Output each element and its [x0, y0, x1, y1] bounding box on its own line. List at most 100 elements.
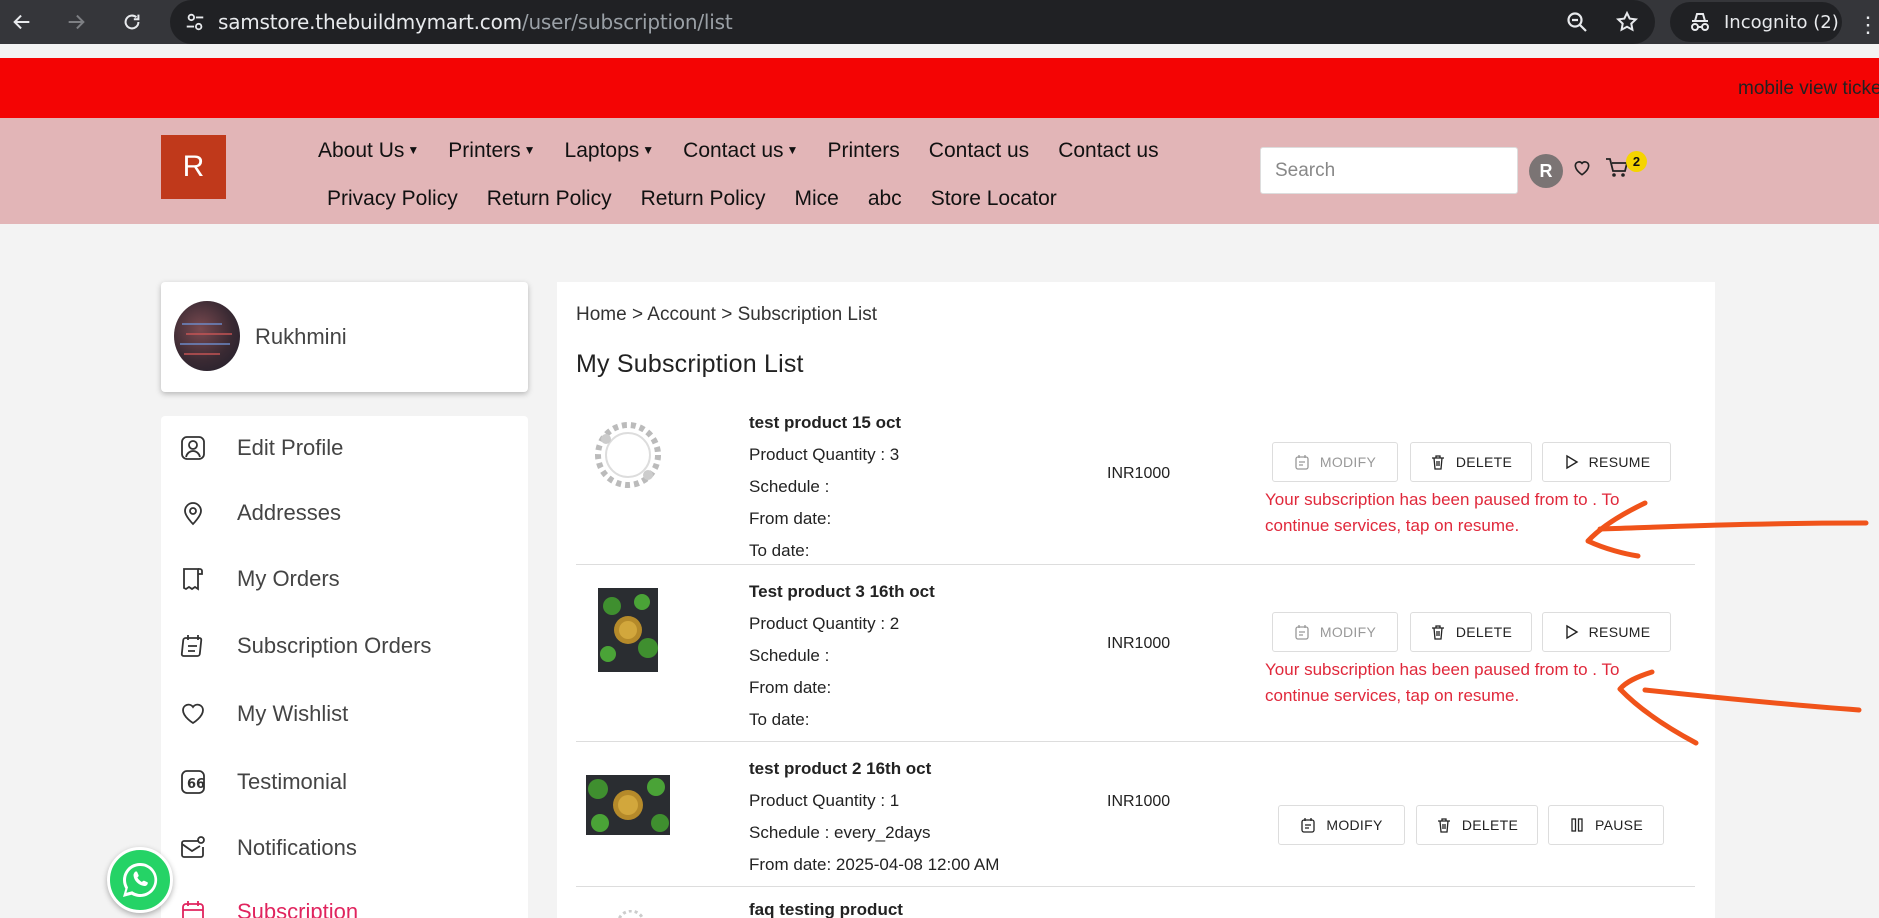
product-image[interactable]: [588, 417, 668, 497]
pause-button[interactable]: PAUSE: [1548, 805, 1664, 845]
menu-printers[interactable]: Printers: [827, 139, 899, 163]
account-sidebar: Edit Profile Addresses My Orders Subscri…: [161, 416, 528, 918]
product-price: INR1000: [1107, 793, 1171, 810]
subscription-row: faq testing product: [576, 888, 1695, 918]
calendar-list-icon: [179, 632, 207, 660]
modify-button[interactable]: MODIFY: [1272, 612, 1398, 652]
ticker-text: mobile view ticker: [1738, 78, 1879, 99]
menu-return-policy-2[interactable]: Return Policy: [641, 187, 766, 211]
mail-notification-icon: [179, 834, 207, 862]
incognito-indicator[interactable]: Incognito (2): [1670, 2, 1842, 42]
sidebar-item-label: Subscription: [237, 899, 359, 918]
site-settings-icon[interactable]: [184, 11, 206, 33]
sidebar-item-label: Testimonial: [237, 769, 348, 794]
cart-count-badge: 2: [1626, 151, 1647, 172]
resume-button[interactable]: RESUME: [1542, 442, 1671, 482]
product-image[interactable]: [616, 909, 646, 918]
caret-down-icon: ▼: [642, 143, 655, 157]
zoom-icon[interactable]: [1565, 10, 1589, 34]
profile-name: Rukhmini: [255, 324, 347, 349]
user-avatar[interactable]: R: [1529, 154, 1563, 188]
menu-contact-us[interactable]: Contact us: [929, 139, 1029, 163]
main-menu-row-2: Privacy Policy Return Policy Return Poli…: [327, 187, 1086, 211]
product-info: faq testing product: [749, 894, 903, 918]
subscription-panel: Home > Account > Subscription List My Su…: [557, 282, 1715, 918]
svg-text:66: 66: [187, 777, 205, 792]
whatsapp-chat-button[interactable]: [107, 847, 173, 913]
resume-button[interactable]: RESUME: [1542, 612, 1671, 652]
address-bar[interactable]: samstore.thebuildmymart.com/user/subscri…: [170, 0, 1655, 44]
paused-message: Your subscription has been paused from t…: [1265, 660, 1620, 705]
browser-toolbar: samstore.thebuildmymart.com/user/subscri…: [0, 0, 1879, 44]
sidebar-item-subscription-orders[interactable]: Subscription Orders: [179, 632, 431, 660]
product-image[interactable]: [586, 775, 670, 835]
menu-privacy-policy[interactable]: Privacy Policy: [327, 187, 458, 211]
product-to-date: To date:: [749, 541, 810, 560]
menu-laptops[interactable]: Laptops ▼: [565, 139, 655, 163]
product-price: INR1000: [1107, 635, 1171, 652]
delete-button[interactable]: DELETE: [1416, 805, 1538, 845]
product-name[interactable]: test product 15 oct: [749, 407, 901, 439]
bookmark-star-icon[interactable]: [1615, 10, 1639, 34]
product-from-date: From date: 2025-04-08 12:00 AM: [749, 855, 1000, 874]
menu-about-us[interactable]: About Us ▼: [318, 139, 419, 163]
sidebar-item-my-orders[interactable]: My Orders: [179, 565, 340, 593]
back-button[interactable]: [2, 2, 42, 42]
sidebar-item-label: Edit Profile: [237, 435, 344, 460]
menu-printers-dropdown[interactable]: Printers ▼: [448, 139, 535, 163]
play-icon: [1565, 454, 1579, 470]
site-logo[interactable]: R: [161, 135, 226, 199]
calendar-edit-icon: [1295, 625, 1309, 640]
profile-avatar[interactable]: [174, 301, 240, 371]
product-name[interactable]: Test product 3 16th oct: [749, 576, 935, 608]
sidebar-item-testimonial[interactable]: 66 Testimonial: [179, 768, 347, 796]
subscription-row: Test product 3 16th oct Product Quantity…: [576, 566, 1695, 742]
product-price: INR1000: [1107, 465, 1171, 482]
sidebar-item-label: My Orders: [237, 566, 340, 591]
sidebar-item-addresses[interactable]: Addresses: [179, 499, 341, 527]
product-image[interactable]: [598, 588, 658, 672]
subscription-row: test product 15 oct Product Quantity : 3…: [576, 407, 1695, 565]
browser-menu-icon[interactable]: ⋮: [1857, 12, 1879, 38]
menu-mice[interactable]: Mice: [794, 187, 838, 211]
wishlist-heart-icon[interactable]: [1572, 157, 1592, 185]
reload-button[interactable]: [112, 2, 152, 42]
caret-down-icon: ▼: [407, 143, 420, 157]
reload-icon: [124, 14, 140, 30]
menu-return-policy[interactable]: Return Policy: [487, 187, 612, 211]
incognito-label: Incognito (2): [1724, 11, 1839, 33]
product-info: test product 15 oct Product Quantity : 3…: [749, 407, 901, 567]
menu-contact-us-dropdown[interactable]: Contact us ▼: [683, 139, 798, 163]
sidebar-item-notifications[interactable]: Notifications: [179, 834, 357, 862]
modify-button[interactable]: MODIFY: [1278, 805, 1405, 845]
modify-button[interactable]: MODIFY: [1272, 442, 1398, 482]
back-arrow-icon: [13, 14, 30, 30]
url-text: samstore.thebuildmymart.com/user/subscri…: [218, 10, 733, 34]
menu-store-locator[interactable]: Store Locator: [931, 187, 1057, 211]
subscription-row: test product 2 16th oct Product Quantity…: [576, 743, 1695, 887]
product-quantity: Product Quantity : 1: [749, 791, 900, 810]
trash-icon: [1431, 625, 1444, 640]
sidebar-item-my-wishlist[interactable]: My Wishlist: [179, 700, 348, 728]
profile-card: Rukhmini: [161, 282, 528, 392]
product-from-date: From date:: [749, 509, 832, 528]
search-input[interactable]: Search: [1260, 147, 1518, 194]
delete-button[interactable]: DELETE: [1410, 612, 1532, 652]
menu-abc[interactable]: abc: [868, 187, 902, 211]
location-pin-icon: [179, 499, 207, 527]
product-quantity: Product Quantity : 3: [749, 445, 900, 464]
calendar-icon: [179, 898, 207, 918]
pause-icon: [1571, 818, 1583, 832]
sidebar-item-label: My Wishlist: [237, 701, 349, 726]
sidebar-item-subscription[interactable]: Subscription: [179, 898, 358, 918]
user-icon: [179, 434, 207, 462]
product-name[interactable]: test product 2 16th oct: [749, 753, 999, 785]
sidebar-item-edit-profile[interactable]: Edit Profile: [179, 434, 343, 462]
forward-button[interactable]: [56, 2, 96, 42]
delete-button[interactable]: DELETE: [1410, 442, 1532, 482]
menu-contact-us-2[interactable]: Contact us: [1058, 139, 1158, 163]
calendar-edit-icon: [1301, 818, 1316, 833]
product-name[interactable]: faq testing product: [749, 894, 903, 918]
product-schedule: Schedule :: [749, 646, 830, 665]
heart-icon: [179, 700, 207, 728]
